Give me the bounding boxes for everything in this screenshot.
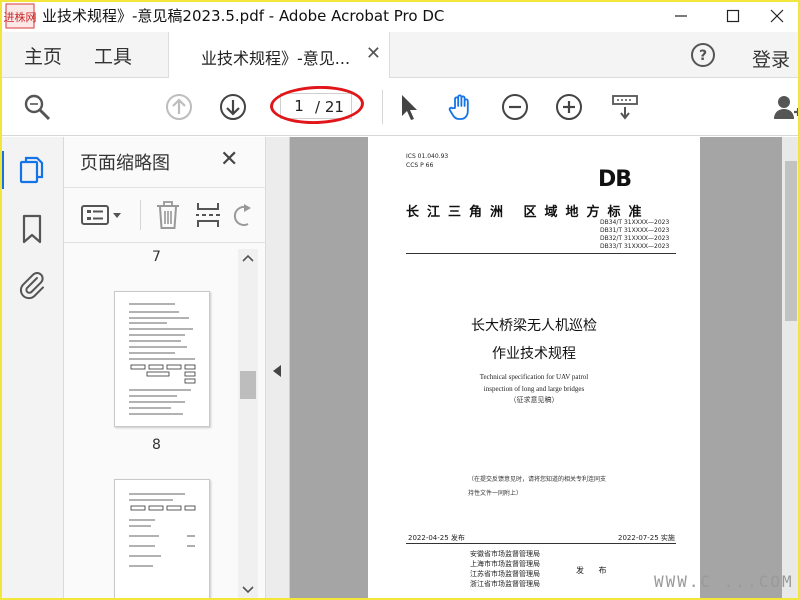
document-viewer[interactable]: ICS 01.040.93 CCS P 66 DB 长江三角洲 区域地方标准 D… xyxy=(266,137,800,600)
thumbnail-list: 7 8 xyxy=(64,243,266,600)
standard-code: DB32/T 31XXXX—2023 xyxy=(600,235,670,242)
publish-date: 2022-04-25 发布 xyxy=(408,534,465,542)
standard-code: DB31/T 31XXXX—2023 xyxy=(600,227,670,234)
login-button[interactable]: 登录 xyxy=(752,45,790,72)
issuer: 上海市市场监督管理局 xyxy=(470,560,540,568)
issuer: 江苏省市场监督管理局 xyxy=(470,570,540,578)
close-tab-button[interactable]: ✕ xyxy=(366,43,381,64)
zoom-in-icon[interactable] xyxy=(554,92,584,122)
thumbnail-label: 8 xyxy=(152,437,161,453)
current-page-input[interactable] xyxy=(287,97,311,115)
title-bar: 进株网 业技术规程》-意见稿2023.5.pdf - Adobe Acrobat… xyxy=(0,0,800,32)
next-page-icon[interactable] xyxy=(218,92,248,122)
english-title-line2: inspection of long and large bridges xyxy=(483,385,585,393)
panel-tools-separator xyxy=(140,200,141,230)
thumbnail-scrollbar[interactable] xyxy=(238,249,258,600)
rotate-page-icon[interactable] xyxy=(232,200,252,230)
close-icon xyxy=(770,9,784,23)
left-rail xyxy=(0,137,64,600)
minimize-icon xyxy=(675,15,687,17)
total-pages-label: / 21 xyxy=(315,98,344,116)
watermark: WWW.C ...COM xyxy=(654,572,794,591)
window-title: 业技术规程》-意见稿2023.5.pdf - Adobe Acrobat Pro… xyxy=(42,7,445,25)
patent-note-line2: 持性文件一同附上） xyxy=(468,490,523,497)
document-tab[interactable]: 业技术规程》-意见... ✕ xyxy=(168,32,390,78)
standard-code: DB34/T 31XXXX—2023 xyxy=(600,219,670,226)
panel-close-button[interactable]: ✕ xyxy=(220,147,238,172)
issuer-list: 安徽省市场监督管理局 上海市市场监督管理局 江苏省市场监督管理局 浙江省市场监督… xyxy=(470,549,540,589)
logo-text: 进株网 xyxy=(4,10,36,24)
implement-date: 2022-07-25 实施 xyxy=(618,534,675,542)
page-number-box: / 21 xyxy=(280,93,352,119)
select-arrow-icon[interactable] xyxy=(394,92,424,122)
ics-code: ICS 01.040.93 xyxy=(406,153,449,160)
view-options-icon[interactable] xyxy=(610,92,640,122)
patent-note-line1: （在提交反馈意见时，请将您知道的相关专利连同支 xyxy=(468,476,607,483)
document-title-line1: 长大桥梁无人机巡检 xyxy=(471,318,597,334)
standard-codes: DB34/T 31XXXX—2023 DB31/T 31XXXX—2023 DB… xyxy=(600,219,669,251)
menu-tools[interactable]: 工具 xyxy=(94,42,132,69)
issuer: 安徽省市场监督管理局 xyxy=(470,550,540,558)
zoom-out-icon[interactable] xyxy=(500,92,530,122)
menu-home[interactable]: 主页 xyxy=(24,42,62,69)
thumbnail-panel: 页面缩略图 ✕ 7 8 xyxy=(64,137,266,600)
thumbnail-preview xyxy=(129,493,196,567)
issue-word: 发 布 xyxy=(576,566,613,575)
help-icon[interactable]: ? xyxy=(690,42,716,68)
minimize-button[interactable] xyxy=(658,0,704,32)
standard-organization: 长江三角洲 区域地方标准 xyxy=(406,205,650,220)
panel-title: 页面缩略图 xyxy=(80,153,170,174)
document-tab-label: 业技术规程》-意见... xyxy=(201,49,351,68)
standard-code: DB33/T 31XXXX—2023 xyxy=(600,243,670,250)
english-title: Technical specification for UAV patrol i… xyxy=(368,371,700,395)
collapse-arrow-icon[interactable] xyxy=(273,365,281,377)
thumbnail-scroll-thumb[interactable] xyxy=(240,371,256,399)
thumbnail-options-icon[interactable] xyxy=(80,200,124,230)
hand-tool-icon[interactable] xyxy=(446,92,476,122)
viewer-scroll-thumb[interactable] xyxy=(785,161,797,321)
draft-note: （征求意见稿） xyxy=(509,396,559,404)
db-mark: DB xyxy=(598,167,632,192)
maximize-button[interactable] xyxy=(710,0,756,32)
page-thumbnails-icon[interactable] xyxy=(17,155,47,187)
thumbnail-preview xyxy=(129,303,196,415)
scroll-down-icon[interactable] xyxy=(238,583,258,597)
rail-active-indicator xyxy=(0,151,4,189)
collapse-panel-strip[interactable] xyxy=(266,137,290,600)
app-logo-icon: 进株网 xyxy=(4,3,36,29)
insert-page-icon[interactable] xyxy=(194,200,222,230)
maximize-icon xyxy=(726,9,740,23)
issuer: 浙江省市场监督管理局 xyxy=(470,580,540,588)
document-title-line2: 作业技术规程 xyxy=(492,346,576,362)
attachment-icon[interactable] xyxy=(17,269,47,301)
pdf-page: ICS 01.040.93 CCS P 66 DB 长江三角洲 区域地方标准 D… xyxy=(368,137,700,600)
svg-text:?: ? xyxy=(699,48,707,64)
thumbnail-label: 7 xyxy=(152,249,161,265)
footer-rule xyxy=(406,543,676,544)
english-title-line1: Technical specification for UAV patrol xyxy=(479,373,589,381)
previous-page-icon[interactable] xyxy=(164,92,194,122)
scroll-up-icon[interactable] xyxy=(238,251,258,265)
panel-toolbar xyxy=(64,187,266,243)
menu-row: 主页 工具 xyxy=(0,32,800,78)
toolbar: / 21 xyxy=(0,78,800,136)
viewer-scrollbar[interactable] xyxy=(782,137,800,600)
close-window-button[interactable] xyxy=(754,0,800,32)
ccs-code: CCS P 66 xyxy=(406,162,434,169)
thumbnail-page[interactable] xyxy=(114,479,210,600)
share-user-icon[interactable] xyxy=(772,92,800,122)
delete-page-icon[interactable] xyxy=(154,200,182,230)
bookmark-icon[interactable] xyxy=(17,213,47,245)
toolbar-separator xyxy=(382,90,383,124)
zoom-search-icon[interactable] xyxy=(22,92,52,122)
patent-note: （在提交反馈意见时，请将您知道的相关专利连同支 持性文件一同附上） xyxy=(468,473,606,501)
header-rule xyxy=(406,253,676,254)
thumbnail-page[interactable] xyxy=(114,291,210,427)
